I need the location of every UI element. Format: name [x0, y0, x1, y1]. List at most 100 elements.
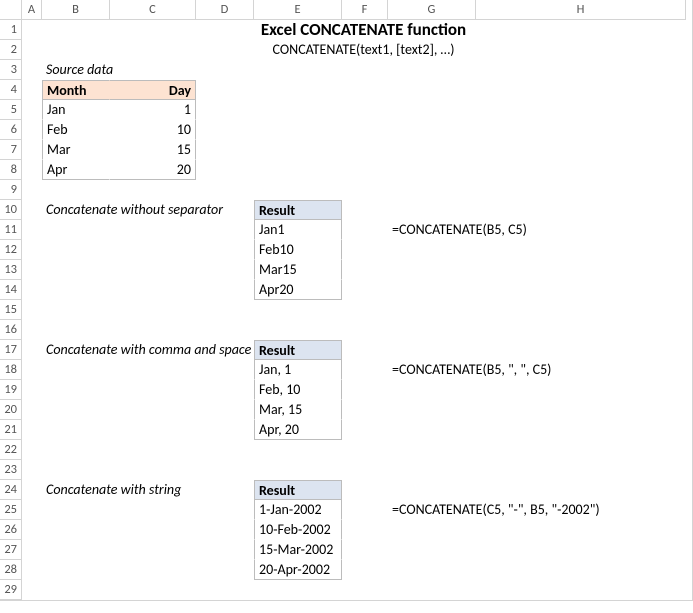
cell-H7[interactable]: [476, 140, 686, 160]
cell-E23[interactable]: [254, 460, 342, 480]
cell-B14[interactable]: [42, 280, 110, 300]
cell-E15[interactable]: [254, 300, 342, 320]
cell-A22[interactable]: [22, 440, 42, 460]
cell-D14[interactable]: [196, 280, 254, 300]
col-header-B[interactable]: B: [42, 0, 110, 20]
cell-G22[interactable]: [388, 440, 476, 460]
cell-H5[interactable]: [476, 100, 686, 120]
cell-D4[interactable]: [196, 80, 254, 100]
row-header-1[interactable]: 1: [0, 20, 22, 40]
row-header-25[interactable]: 25: [0, 500, 22, 520]
cell-A7[interactable]: [22, 140, 42, 160]
cell-C27[interactable]: [110, 540, 196, 560]
cell-C15[interactable]: [110, 300, 196, 320]
col-header-E[interactable]: E: [254, 0, 342, 20]
col-header-A[interactable]: A: [22, 0, 42, 20]
cell-A2[interactable]: [22, 40, 42, 60]
cell-E8[interactable]: [254, 160, 342, 180]
cell-B19[interactable]: [42, 380, 110, 400]
row-header-16[interactable]: 16: [0, 320, 22, 340]
cell-F19[interactable]: [342, 380, 388, 400]
cell-D13[interactable]: [196, 260, 254, 280]
result-header[interactable]: Result: [254, 200, 342, 220]
cell-A8[interactable]: [22, 160, 42, 180]
cell-G19[interactable]: [388, 380, 476, 400]
result-cell[interactable]: Mar, 15: [254, 400, 342, 420]
cell-F4[interactable]: [342, 80, 388, 100]
cell-E16[interactable]: [254, 320, 342, 340]
cell-A6[interactable]: [22, 120, 42, 140]
cell-A29[interactable]: [22, 580, 42, 600]
cell-D19[interactable]: [196, 380, 254, 400]
cell-H8[interactable]: [476, 160, 686, 180]
cell-A15[interactable]: [22, 300, 42, 320]
cell-C29[interactable]: [110, 580, 196, 600]
cell-G20[interactable]: [388, 400, 476, 420]
row-header-10[interactable]: 10: [0, 200, 22, 220]
cell-C22[interactable]: [110, 440, 196, 460]
cell-H6[interactable]: [476, 120, 686, 140]
cell-H29[interactable]: [476, 580, 686, 600]
cell-D7[interactable]: [196, 140, 254, 160]
cell-D15[interactable]: [196, 300, 254, 320]
cell-A23[interactable]: [22, 460, 42, 480]
cell-D3[interactable]: [196, 60, 254, 80]
cell-C14[interactable]: [110, 280, 196, 300]
cell-B11[interactable]: [42, 220, 110, 240]
cell-B18[interactable]: [42, 360, 110, 380]
cell-H14[interactable]: [476, 280, 686, 300]
cell-B15[interactable]: [42, 300, 110, 320]
cell-D8[interactable]: [196, 160, 254, 180]
cell-G26[interactable]: [388, 520, 476, 540]
cell-H17[interactable]: [476, 340, 686, 360]
row-header-22[interactable]: 22: [0, 440, 22, 460]
month-cell[interactable]: Feb: [42, 120, 110, 140]
cell-G6[interactable]: [388, 120, 476, 140]
col-header-D[interactable]: D: [196, 0, 254, 20]
cell-B27[interactable]: [42, 540, 110, 560]
cell-B25[interactable]: [42, 500, 110, 520]
cell-A4[interactable]: [22, 80, 42, 100]
day-cell[interactable]: 20: [110, 160, 196, 180]
cell-G12[interactable]: [388, 240, 476, 260]
cell-G7[interactable]: [388, 140, 476, 160]
row-header-2[interactable]: 2: [0, 40, 22, 60]
cell-C26[interactable]: [110, 520, 196, 540]
cell-E3[interactable]: [254, 60, 342, 80]
cell-C20[interactable]: [110, 400, 196, 420]
result-header[interactable]: Result: [254, 480, 342, 500]
row-header-13[interactable]: 13: [0, 260, 22, 280]
cell-D5[interactable]: [196, 100, 254, 120]
cell-F25[interactable]: [342, 500, 388, 520]
cell-H26[interactable]: [476, 520, 686, 540]
result-cell[interactable]: Feb, 10: [254, 380, 342, 400]
cell-F13[interactable]: [342, 260, 388, 280]
result-header[interactable]: Result: [254, 340, 342, 360]
cell-F22[interactable]: [342, 440, 388, 460]
row-header-17[interactable]: 17: [0, 340, 22, 360]
result-cell[interactable]: Apr, 20: [254, 420, 342, 440]
cell-F20[interactable]: [342, 400, 388, 420]
cell-F24[interactable]: [342, 480, 388, 500]
row-header-23[interactable]: 23: [0, 460, 22, 480]
cell-H28[interactable]: [476, 560, 686, 580]
cell-G17[interactable]: [388, 340, 476, 360]
cell-G27[interactable]: [388, 540, 476, 560]
cell-G13[interactable]: [388, 260, 476, 280]
cell-A24[interactable]: [22, 480, 42, 500]
col-header-H[interactable]: H: [476, 0, 686, 20]
cell-B22[interactable]: [42, 440, 110, 460]
cell-C16[interactable]: [110, 320, 196, 340]
month-cell[interactable]: Jan: [42, 100, 110, 120]
cell-F21[interactable]: [342, 420, 388, 440]
cell-B20[interactable]: [42, 400, 110, 420]
cell-F28[interactable]: [342, 560, 388, 580]
cell-F6[interactable]: [342, 120, 388, 140]
cell-H3[interactable]: [476, 60, 686, 80]
month-cell[interactable]: Apr: [42, 160, 110, 180]
row-header-4[interactable]: 4: [0, 80, 22, 100]
row-header-20[interactable]: 20: [0, 400, 22, 420]
cell-D26[interactable]: [196, 520, 254, 540]
cell-H12[interactable]: [476, 240, 686, 260]
cell-F12[interactable]: [342, 240, 388, 260]
